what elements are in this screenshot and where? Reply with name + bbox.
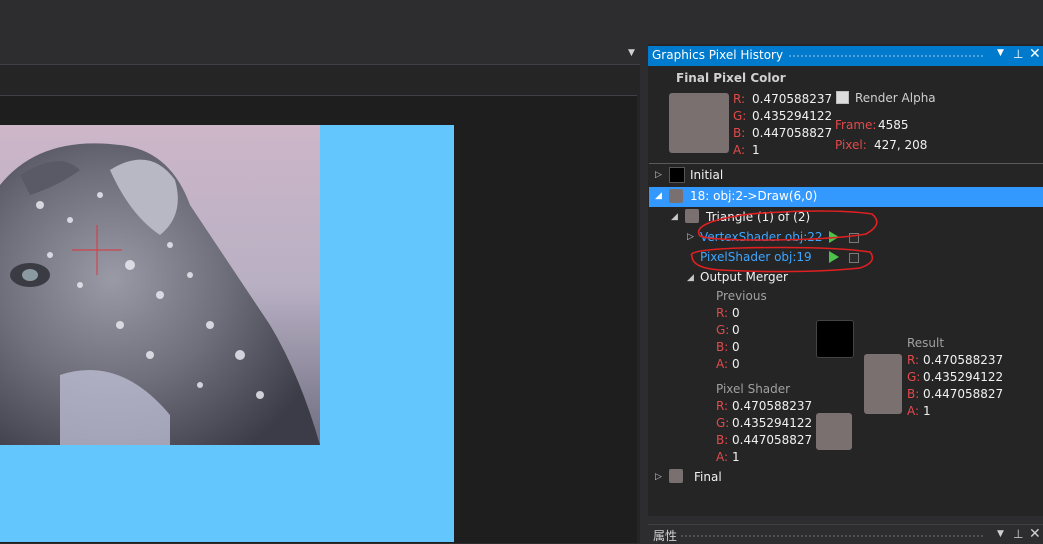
prev-a-value: 0 [732,357,740,371]
final-color-swatch [669,93,729,153]
ps-b-label: B: [716,433,729,447]
result-swatch [864,354,902,414]
ps-g-label: G: [716,416,730,430]
frame-value: 4585 [878,118,909,132]
titlebar-grip [788,54,984,59]
res-a-value: 1 [923,404,931,418]
final-b-value: 0.447058827 [752,126,833,140]
res-b-label: B: [907,387,920,401]
properties-pin-icon[interactable]: ⊥ [1013,527,1023,541]
result-heading: Result [907,336,945,350]
close-icon[interactable]: ✕ [1029,46,1041,62]
draw-swatch [669,189,683,203]
prev-r-value: 0 [732,306,740,320]
tree-item-initial[interactable]: Initial [690,168,723,182]
ps-r-label: R: [716,399,729,413]
ps-b-value: 0.447058827 [732,433,813,447]
render-alpha-checkbox[interactable] [836,91,849,104]
prev-a-label: A: [716,357,729,371]
res-r-value: 0.470588237 [923,353,1004,367]
pixel-shader-heading: Pixel Shader [716,382,791,396]
final-r-label: R: [733,92,746,106]
annotation-circles [690,210,878,273]
section-separator [649,163,1043,164]
final-r-value: 0.470588237 [752,92,833,106]
splitter[interactable] [640,64,648,542]
previous-heading: Previous [716,289,767,303]
properties-close-icon[interactable]: ✕ [1029,526,1041,542]
properties-menu-arrow-icon[interactable]: ▼ [997,529,1004,539]
res-g-value: 0.435294122 [923,370,1004,384]
final-a-label: A: [733,143,746,157]
res-r-label: R: [907,353,920,367]
tree-item-draw[interactable]: 18: obj:2->Draw(6,0) [690,189,817,203]
tree-item-output-merger[interactable]: Output Merger [700,270,788,284]
final-pixel-color-heading: Final Pixel Color [676,71,786,85]
expand-final-icon[interactable]: ▷ [655,472,662,482]
res-b-value: 0.447058827 [923,387,1004,401]
final-b-label: B: [733,126,746,140]
ps-g-value: 0.435294122 [732,416,813,430]
final-a-value: 1 [752,143,760,157]
properties-title: 属性 [653,529,678,543]
leopard-texture-image [0,125,320,445]
collapse-triangle-icon[interactable]: ◢ [671,212,678,222]
collapse-output-merger-icon[interactable]: ◢ [687,273,694,283]
pixel-shader-swatch [816,413,852,450]
prev-b-label: B: [716,340,729,354]
collapse-draw-icon[interactable]: ◢ [655,191,662,201]
pixel-label: Pixel: [835,138,867,152]
document-tab-strip [0,0,648,44]
res-g-label: G: [907,370,921,384]
properties-grip [680,534,984,539]
ps-r-value: 0.470588237 [732,399,813,413]
panel-menu-arrow-icon[interactable]: ▼ [997,48,1004,58]
final-swatch [669,469,683,483]
ps-a-label: A: [716,450,729,464]
pixel-value: 427, 208 [874,138,928,152]
final-g-label: G: [733,109,747,123]
initial-swatch [669,167,685,183]
render-alpha-label: Render Alpha [855,91,936,105]
expand-initial-icon[interactable]: ▷ [655,170,662,180]
prev-g-label: G: [716,323,730,337]
res-a-label: A: [907,404,920,418]
tab-dropdown-arrow-icon[interactable]: ▼ [628,48,640,60]
previous-swatch [816,320,854,358]
final-g-value: 0.435294122 [752,109,833,123]
prev-b-value: 0 [732,340,740,354]
pin-icon[interactable]: ⊥ [1013,47,1023,61]
frame-label: Frame: [835,118,877,132]
prev-g-value: 0 [732,323,740,337]
tree-item-final[interactable]: Final [694,470,722,484]
ps-a-value: 1 [732,450,740,464]
prev-r-label: R: [716,306,729,320]
panel-title: Graphics Pixel History [652,48,784,62]
